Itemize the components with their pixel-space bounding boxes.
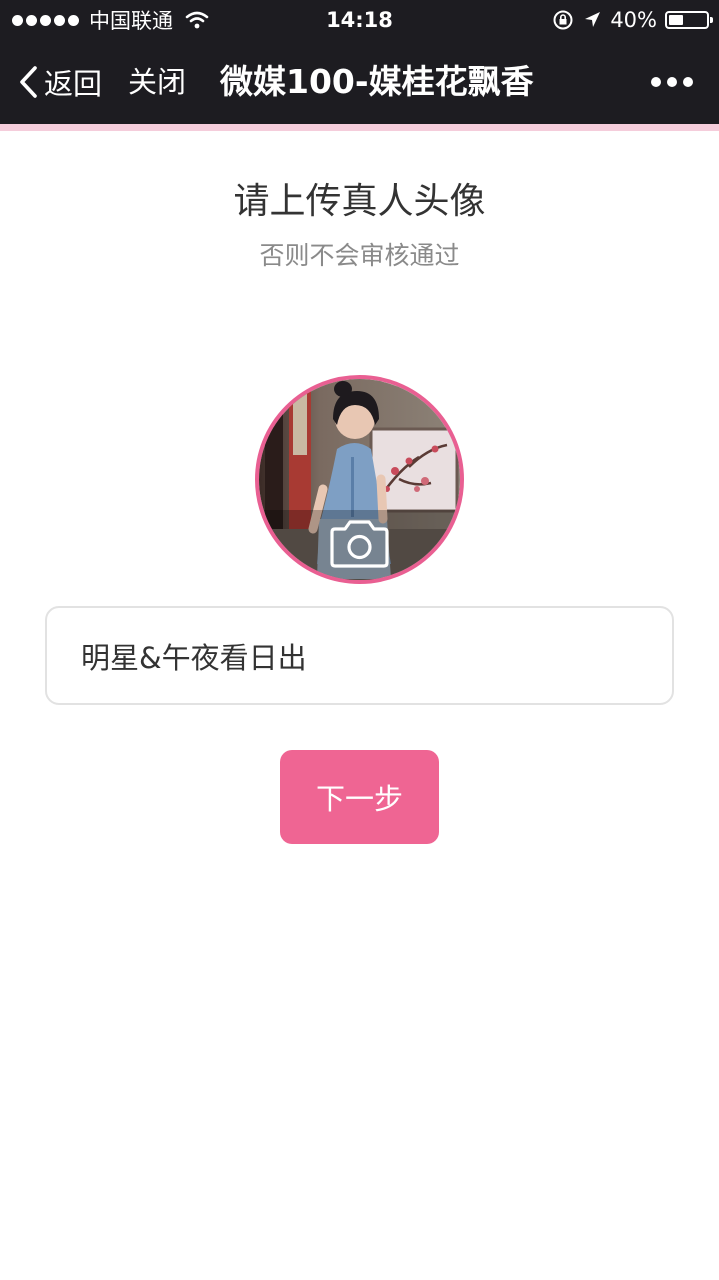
- status-bar-right: 40%: [552, 0, 713, 40]
- battery-icon: [665, 11, 713, 29]
- battery-percent: 40%: [610, 8, 657, 32]
- page-title: 微媒100-媒桂花飘香: [220, 62, 534, 101]
- nav-accent-strip: [0, 124, 719, 131]
- more-icon[interactable]: [651, 40, 693, 124]
- chevron-left-icon: [20, 66, 37, 98]
- back-button[interactable]: 返回: [18, 40, 102, 124]
- upload-heading: 请上传真人头像: [233, 181, 486, 222]
- close-button[interactable]: 关闭: [128, 40, 186, 124]
- location-icon: [585, 12, 601, 27]
- orientation-lock-icon: [553, 10, 573, 30]
- avatar-upload[interactable]: [255, 375, 464, 584]
- nickname-input[interactable]: [45, 606, 674, 705]
- next-step-button[interactable]: 下一步: [280, 750, 439, 844]
- upload-subheading: 否则不会审核通过: [259, 241, 460, 270]
- back-label: 返回: [44, 67, 103, 101]
- battery-level: [669, 15, 684, 25]
- avatar-photo: [259, 379, 460, 580]
- nav-bar: 返回 关闭 微媒100-媒桂花飘香: [0, 40, 719, 124]
- status-bar: 中国联通 14:18 40%: [0, 0, 719, 40]
